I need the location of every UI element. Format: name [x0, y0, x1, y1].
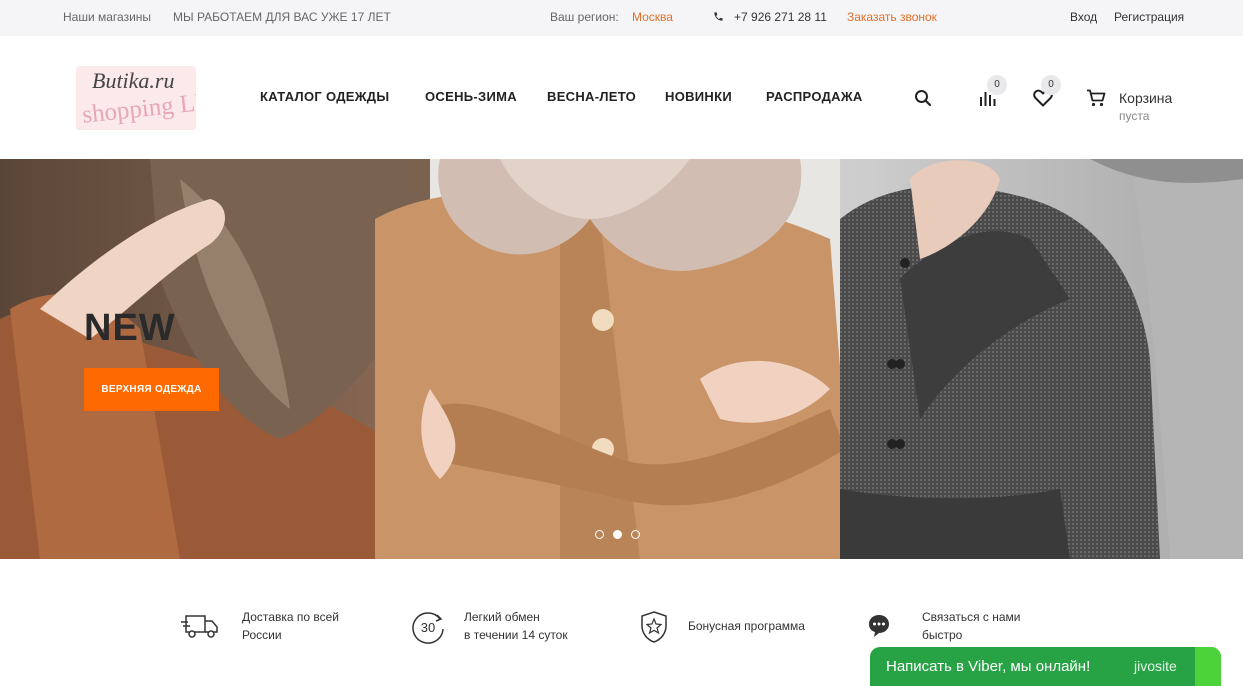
nav-new[interactable]: НОВИНКИ	[665, 89, 732, 104]
region-select[interactable]: Москва	[632, 10, 673, 24]
chat-bubble-icon	[869, 615, 889, 637]
nav-autumn-winter[interactable]: ОСЕНЬ-ЗИМА	[425, 89, 517, 104]
favorites-count-badge: 0	[1041, 75, 1061, 95]
exchange-30-icon: 30	[412, 612, 444, 644]
exchange-badge-text: 30	[421, 620, 435, 635]
feature-delivery: Доставка по всей России	[242, 608, 339, 644]
region-label: Ваш регион:	[550, 10, 619, 24]
slogan-text: МЫ РАБОТАЕМ ДЛЯ ВАС УЖЕ 17 ЛЕТ	[173, 10, 391, 24]
site-logo[interactable]: Butika.ru shopping LUX	[76, 66, 196, 130]
logo-line1: Butika.ru	[92, 68, 175, 93]
feature-contact-line2: быстро	[922, 628, 963, 642]
hero-banner: NEW ВЕРХНЯЯ ОДЕЖДА	[0, 159, 1243, 559]
feature-exchange-line2: в течении 14 суток	[464, 628, 568, 642]
viber-chat-widget[interactable]: Написать в Viber, мы онлайн! jivosite	[870, 647, 1221, 686]
login-link[interactable]: Вход	[1070, 10, 1097, 24]
feature-delivery-line2: России	[242, 628, 282, 642]
hero-outerwear-button[interactable]: ВЕРХНЯЯ ОДЕЖДА	[84, 368, 219, 411]
feature-exchange-line1: Легкий обмен	[464, 610, 540, 624]
cart-status: пуста	[1119, 109, 1150, 123]
site-header: Butika.ru shopping LUX КАТАЛОГ ОДЕЖДЫ ОС…	[0, 36, 1243, 158]
feature-contact-line1: Связаться с нами	[922, 610, 1021, 624]
callback-link[interactable]: Заказать звонок	[847, 10, 937, 24]
nav-catalog[interactable]: КАТАЛОГ ОДЕЖДЫ	[260, 89, 389, 104]
slider-dot-1[interactable]	[595, 530, 604, 539]
compare-count-badge: 0	[987, 75, 1007, 95]
hero-image	[0, 159, 1243, 559]
star-shield-icon	[641, 611, 667, 643]
phone-number[interactable]: +7 926 271 28 11	[734, 10, 827, 24]
slider-dot-3[interactable]	[631, 530, 640, 539]
stores-link[interactable]: Наши магазины	[63, 10, 151, 24]
search-icon[interactable]	[914, 89, 932, 107]
chat-corner-decoration	[1195, 647, 1221, 686]
chat-message[interactable]: Написать в Viber, мы онлайн!	[886, 658, 1090, 675]
feature-exchange: Легкий обмен в течении 14 суток	[464, 608, 568, 644]
feature-delivery-line1: Доставка по всей	[242, 610, 339, 624]
truck-icon	[181, 615, 218, 638]
register-link[interactable]: Регистрация	[1114, 10, 1184, 24]
feature-bonus: Бонусная программа	[688, 617, 805, 635]
jivosite-logo: jivosite	[1134, 658, 1177, 674]
top-bar: Наши магазины МЫ РАБОТАЕМ ДЛЯ ВАС УЖЕ 17…	[0, 0, 1243, 36]
nav-spring-summer[interactable]: ВЕСНА-ЛЕТО	[547, 89, 636, 104]
slider-dot-2[interactable]	[613, 530, 622, 539]
feature-bonus-line1: Бонусная программа	[688, 619, 805, 633]
cart-title[interactable]: Корзина	[1119, 90, 1172, 106]
hero-title: NEW	[84, 307, 176, 349]
nav-sale[interactable]: РАСПРОДАЖА	[766, 89, 863, 104]
phone-icon	[714, 12, 723, 21]
feature-contact: Связаться с нами быстро	[922, 608, 1020, 644]
cart-icon[interactable]	[1086, 89, 1106, 107]
